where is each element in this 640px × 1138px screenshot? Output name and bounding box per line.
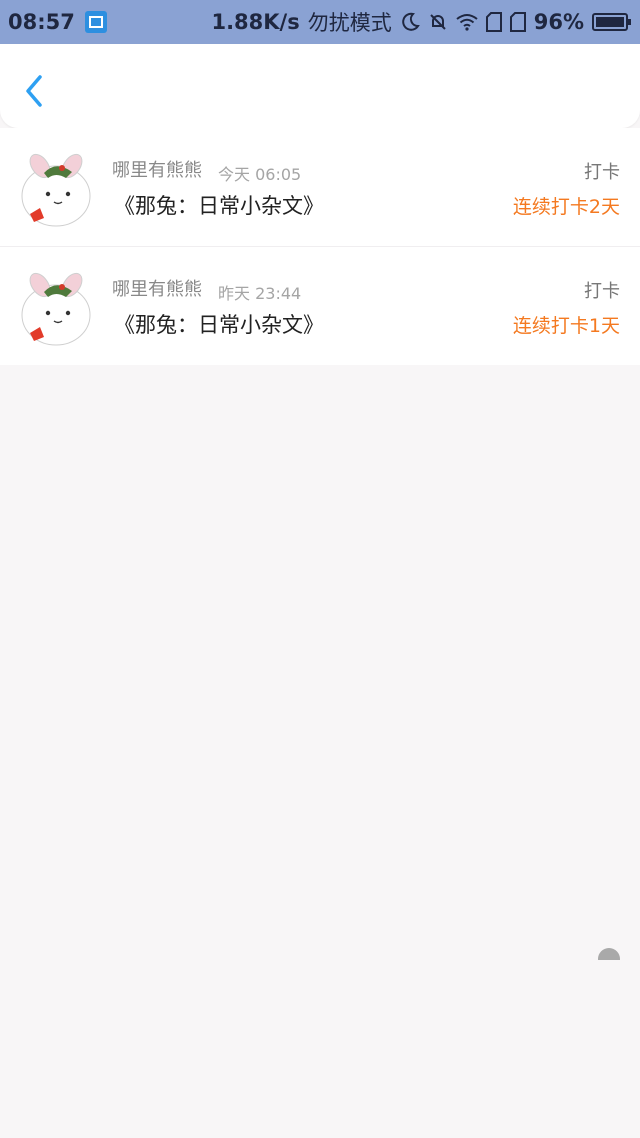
user-name: 哪里有熊熊: [112, 279, 202, 300]
streak-label: 连续打卡1天: [512, 315, 620, 337]
sim-icon: [485, 12, 502, 32]
screen-record-icon: [84, 11, 107, 33]
streak-label: 连续打卡2天: [512, 196, 620, 218]
battery-percent: 96%: [533, 10, 584, 34]
record-time: 今天 06:05: [218, 165, 302, 184]
record-type: 打卡: [584, 281, 620, 302]
user-name: 哪里有熊熊: [112, 160, 202, 181]
book-title[interactable]: 《那兔：日常小杂文》: [114, 309, 324, 339]
list-item[interactable]: 哪里有熊熊 今天 06:05 《那兔：日常小杂文》 打卡 连续打卡2天: [0, 128, 640, 246]
avatar[interactable]: [16, 267, 96, 347]
bell-off-icon: [428, 12, 448, 32]
dnd-mode-label: 勿扰模式: [307, 11, 392, 35]
floating-handle-icon[interactable]: [598, 948, 620, 960]
wifi-icon: [456, 13, 478, 31]
network-speed: 1.88K/s: [211, 10, 300, 34]
record-type: 打卡: [584, 162, 620, 183]
sim-icon: [509, 12, 526, 32]
status-time: 08:57: [8, 10, 75, 34]
chevron-left-icon[interactable]: [20, 74, 50, 108]
navigation-bar: [0, 44, 640, 128]
moon-icon: [400, 12, 420, 32]
record-time: 昨天 23:44: [218, 284, 302, 303]
battery-icon: [592, 12, 632, 32]
list-item[interactable]: 哪里有熊熊 昨天 23:44 《那兔：日常小杂文》 打卡 连续打卡1天: [0, 246, 640, 365]
status-bar: 08:57 1.88K/s 勿扰模式 96%: [0, 0, 640, 44]
avatar[interactable]: [16, 148, 96, 228]
checkin-list: 哪里有熊熊 今天 06:05 《那兔：日常小杂文》 打卡 连续打卡2天 哪里有熊…: [0, 128, 640, 365]
book-title[interactable]: 《那兔：日常小杂文》: [114, 190, 324, 220]
